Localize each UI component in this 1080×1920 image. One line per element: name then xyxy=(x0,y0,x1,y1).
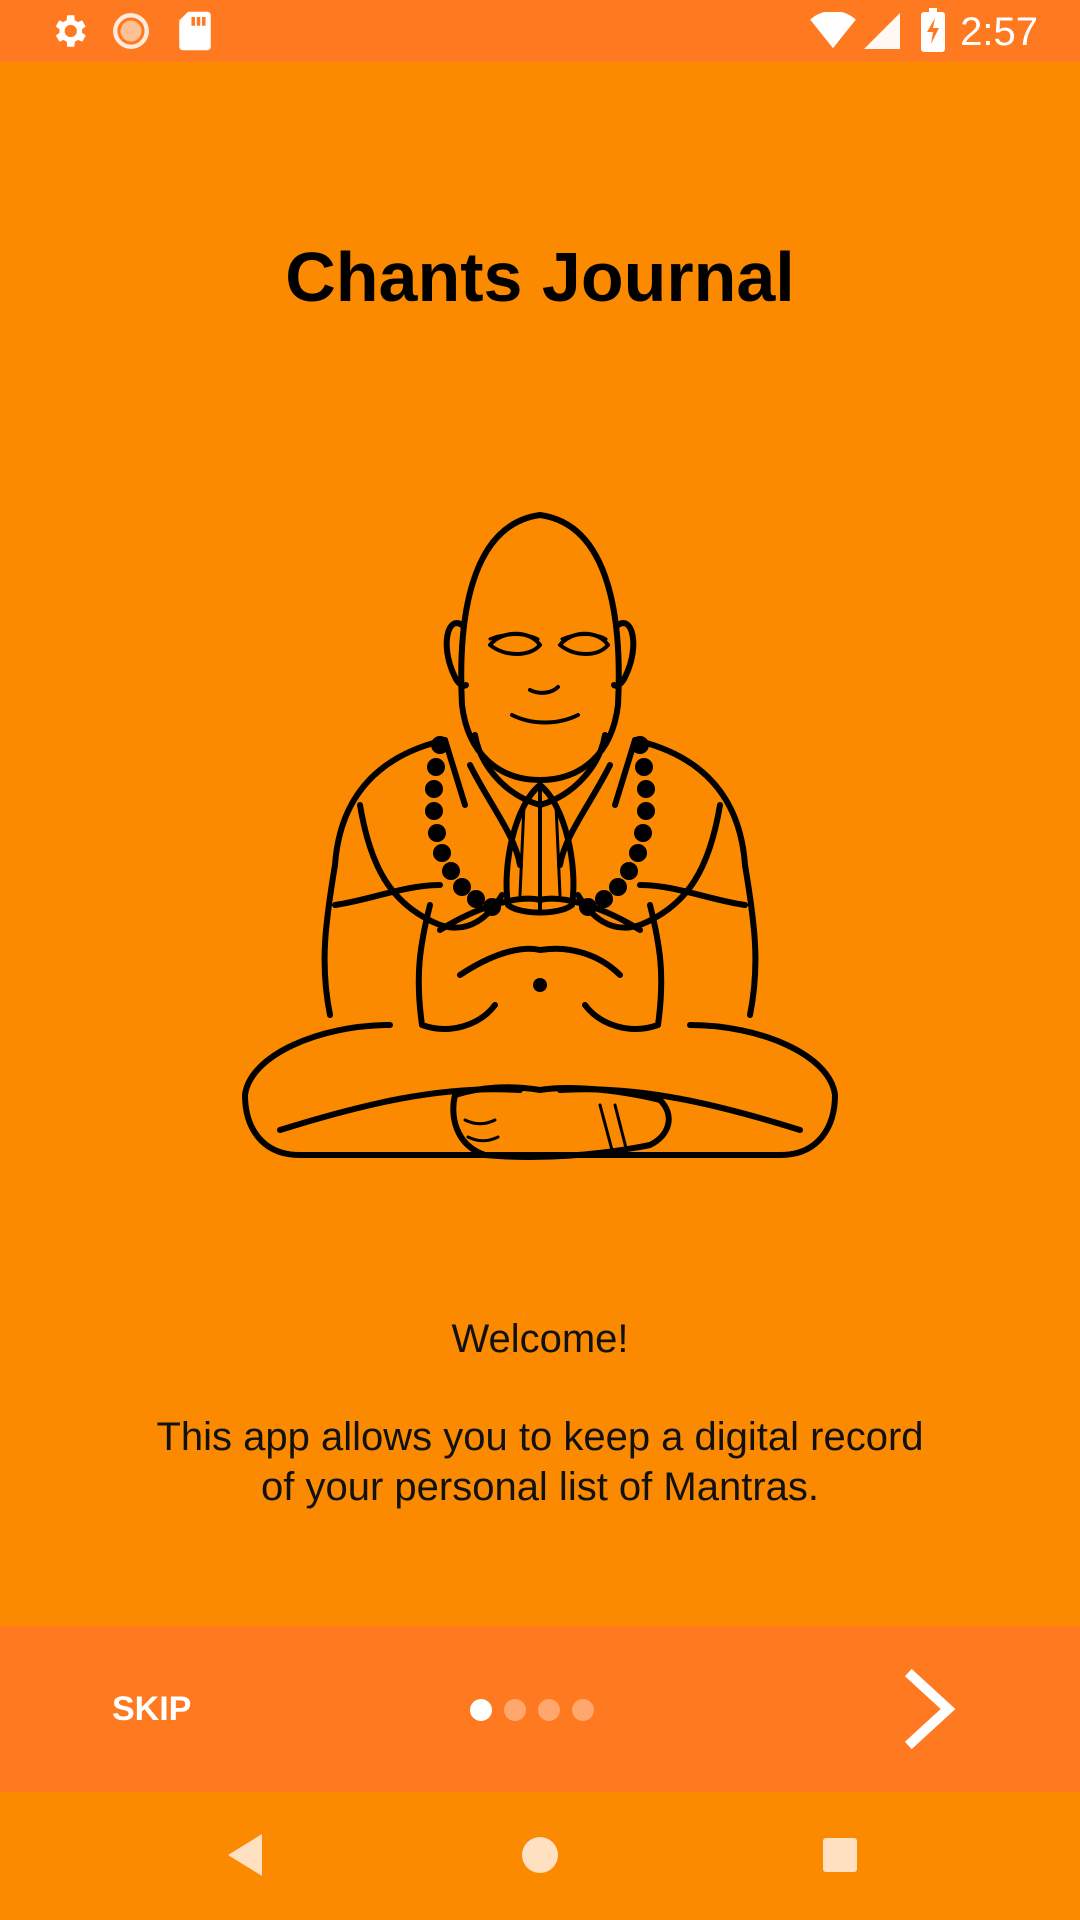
signal-icon xyxy=(864,13,900,49)
intro-navigation-bar: SKIP xyxy=(0,1626,1080,1792)
welcome-text: Welcome! xyxy=(451,1317,629,1361)
home-icon[interactable] xyxy=(518,1830,562,1880)
skip-button[interactable]: SKIP xyxy=(90,1681,220,1737)
onboarding-screen: 2:57 Chants Journal Welcome! This app al… xyxy=(0,0,1080,1920)
recents-icon[interactable] xyxy=(818,1830,862,1880)
page-dot-4 xyxy=(572,1699,594,1721)
clock: 2:57 xyxy=(960,10,1038,54)
app-title: Chants Journal xyxy=(285,238,795,316)
status-bar: 2:57 xyxy=(0,0,1080,62)
page-dot-1 xyxy=(470,1699,492,1721)
wifi-icon xyxy=(810,12,856,49)
sync-icon xyxy=(113,13,149,49)
description-text: This app allows you to keep a digital re… xyxy=(156,1415,924,1509)
praying-monk-icon xyxy=(242,512,838,1160)
battery-charging-icon xyxy=(921,8,945,52)
page-dot-3 xyxy=(538,1699,560,1721)
chevron-right-icon xyxy=(904,1668,956,1750)
page-dot-2 xyxy=(504,1699,526,1721)
sd-card-icon xyxy=(179,11,211,51)
next-button[interactable] xyxy=(890,1666,970,1752)
system-navigation-bar xyxy=(0,1792,1080,1920)
back-icon[interactable] xyxy=(222,1830,266,1880)
gear-icon xyxy=(55,15,86,47)
